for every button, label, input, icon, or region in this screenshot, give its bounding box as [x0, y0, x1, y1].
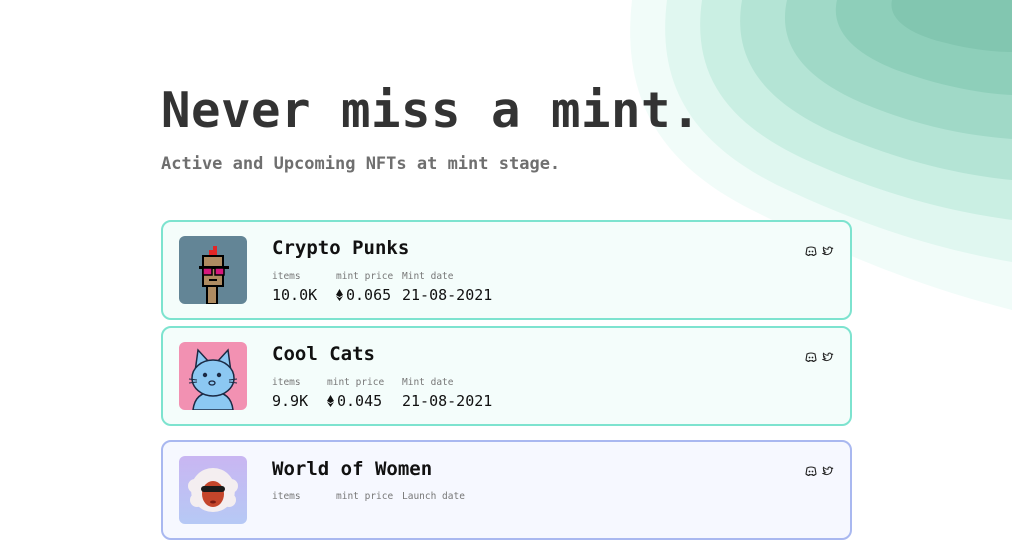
launch-date-label: Launch date — [402, 491, 465, 502]
mint-date-label: Mint date — [402, 377, 454, 388]
nft-title: World of Women — [272, 458, 433, 480]
discord-icon[interactable] — [805, 242, 817, 257]
ethereum-icon — [336, 289, 343, 301]
nft-thumbnail-world-of-women — [179, 456, 247, 524]
social-links — [805, 242, 834, 257]
social-links — [805, 462, 834, 477]
mint-price-label: mint price — [327, 377, 385, 388]
nft-title: Crypto Punks — [272, 237, 410, 259]
nft-thumbnail-cool-cats — [179, 342, 247, 410]
ethereum-icon — [327, 395, 334, 407]
nft-stats: items mint price Launch date — [272, 491, 475, 503]
mint-date-value: 21-08-2021 — [402, 392, 493, 410]
discord-icon[interactable] — [805, 348, 817, 363]
mint-price-value: 0.045 — [337, 392, 383, 410]
twitter-icon[interactable] — [821, 462, 834, 476]
nft-card-world-of-women[interactable]: World of Women items mint price Launch d… — [161, 440, 852, 540]
discord-icon[interactable] — [805, 462, 817, 477]
mint-price-value: 0.065 — [346, 286, 392, 304]
mint-price: 0.065 — [336, 285, 392, 305]
page-title: Never miss a mint. — [161, 82, 702, 139]
mint-price: 0.045 — [327, 391, 392, 411]
twitter-icon[interactable] — [821, 242, 834, 256]
items-label: items — [272, 491, 301, 502]
items-value: 9.9K — [272, 392, 309, 410]
items-value: 10.0K — [272, 286, 318, 304]
nft-stats: items 10.0K mint price 0.065 Mint date 2… — [272, 271, 502, 305]
nft-card-crypto-punks[interactable]: Crypto Punks items 10.0K mint price 0.06… — [161, 220, 852, 320]
nft-thumbnail-crypto-punks — [179, 236, 247, 304]
nft-title: Cool Cats — [272, 343, 375, 365]
nft-card-cool-cats[interactable]: Cool Cats items 9.9K mint price 0.045 Mi… — [161, 326, 852, 426]
social-links — [805, 348, 834, 363]
mint-price-label: mint price — [336, 491, 394, 502]
mint-date-label: Mint date — [402, 271, 454, 282]
mint-date-value: 21-08-2021 — [402, 286, 493, 304]
twitter-icon[interactable] — [821, 348, 834, 362]
page-subtitle: Active and Upcoming NFTs at mint stage. — [161, 154, 561, 174]
nft-stats: items 9.9K mint price 0.045 Mint date 21… — [272, 377, 502, 411]
items-label: items — [272, 377, 301, 388]
mint-price-label: mint price — [336, 271, 394, 282]
items-label: items — [272, 271, 301, 282]
